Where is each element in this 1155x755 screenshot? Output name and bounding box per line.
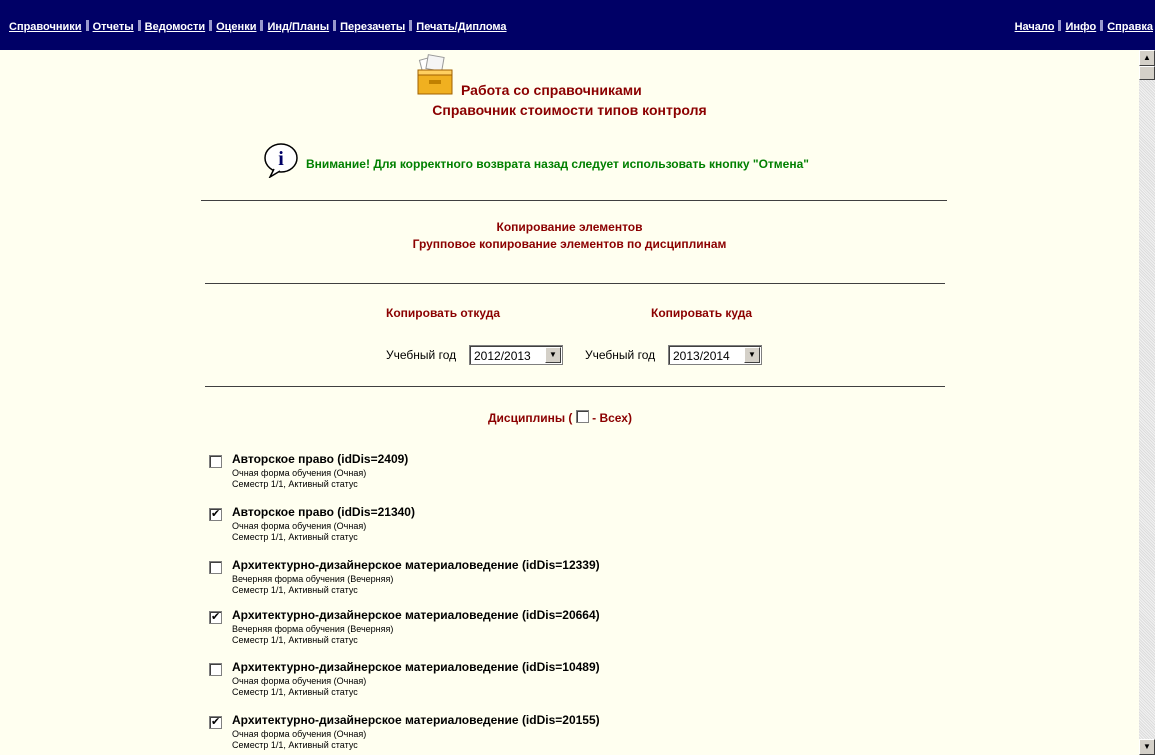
- list-item: Авторское право (idDis=21340) Очная форм…: [209, 505, 909, 550]
- discipline-checkbox[interactable]: [209, 663, 222, 676]
- discipline-form: Вечерняя форма обучения (Вечерняя): [232, 574, 394, 584]
- nav-left: Справочники Отчеты Ведомости Оценки Инд/План…: [9, 20, 507, 33]
- nav-separator: [260, 20, 264, 31]
- nav-separator: [409, 20, 413, 31]
- to-year-value: 2013/2014: [673, 349, 730, 363]
- nav-link-spravka[interactable]: Справка: [1107, 21, 1153, 33]
- select-all-checkbox[interactable]: [575, 410, 589, 423]
- to-year-label: Учебный год: [585, 348, 656, 362]
- discipline-checkbox[interactable]: [209, 507, 222, 521]
- nav-separator: [1100, 20, 1104, 31]
- warning-text: Внимание! Для корректного возврата назад…: [306, 157, 809, 171]
- discipline-form: Вечерняя форма обучения (Вечерняя): [232, 624, 394, 634]
- from-year-value: 2012/2013: [474, 349, 531, 363]
- discipline-status: Семестр 1/1, Активный статус: [232, 740, 358, 750]
- discipline-form: Очная форма обучения (Очная): [232, 468, 367, 478]
- list-item: Архитектурно-дизайнерское материаловеден…: [209, 558, 909, 603]
- nav-link-perezachety[interactable]: Перезачеты: [340, 21, 405, 33]
- discipline-form: Очная форма обучения (Очная): [232, 676, 367, 686]
- top-nav-bar: Справочники Отчеты Ведомости Оценки Инд/План…: [0, 0, 1155, 50]
- nav-link-otchety[interactable]: Отчеты: [93, 21, 134, 33]
- svg-text:i: i: [278, 148, 284, 170]
- from-year-label: Учебный год: [386, 348, 457, 362]
- section-subtitle: Групповое копирование элементов по дисци…: [412, 237, 727, 251]
- discipline-name: Архитектурно-дизайнерское материаловеден…: [232, 558, 600, 572]
- section-title: Копирование элементов: [496, 220, 643, 234]
- page-subtitle: Справочник стоимости типов контроля: [432, 102, 707, 118]
- discipline-status: Семестр 1/1, Активный статус: [232, 585, 358, 595]
- nav-link-otsenki[interactable]: Оценки: [216, 21, 256, 33]
- nav-separator: [209, 20, 213, 31]
- nav-link-info[interactable]: Инфо: [1065, 21, 1096, 33]
- info-icon: i: [264, 143, 298, 178]
- main-content: Работа со справочниками Справочник стоим…: [0, 50, 1139, 755]
- discipline-name: Архитектурно-дизайнерское материаловеден…: [232, 608, 600, 622]
- page-title: Работа со справочниками: [461, 82, 642, 98]
- discipline-status: Семестр 1/1, Активный статус: [232, 687, 358, 697]
- discipline-checkbox[interactable]: [209, 455, 222, 468]
- discipline-status: Семестр 1/1, Активный статус: [232, 479, 358, 489]
- discipline-form: Очная форма обучения (Очная): [232, 729, 367, 739]
- copy-to-label: Копировать куда: [651, 306, 753, 320]
- nav-separator: [333, 20, 337, 31]
- scroll-up-button[interactable]: ▲: [1139, 50, 1155, 66]
- discipline-status: Семестр 1/1, Активный статус: [232, 635, 358, 645]
- list-item: Авторское право (idDis=2409) Очная форма…: [209, 452, 909, 497]
- chevron-down-icon[interactable]: ▼: [744, 347, 760, 363]
- nav-link-nachalo[interactable]: Начало: [1015, 21, 1055, 33]
- nav-link-ind-plany[interactable]: Инд/Планы: [267, 21, 329, 33]
- discipline-checkbox[interactable]: [209, 715, 222, 729]
- from-year-select[interactable]: 2012/2013 ▼: [469, 345, 563, 365]
- nav-separator: [1058, 20, 1062, 31]
- nav-link-vedomosti[interactable]: Ведомости: [145, 21, 205, 33]
- list-item: Архитектурно-дизайнерское материаловеден…: [209, 660, 909, 705]
- discipline-name: Авторское право (idDis=21340): [232, 505, 415, 519]
- disciplines-title-prefix: Дисциплины (: [488, 411, 573, 425]
- nav-link-spravochniki[interactable]: Справочники: [9, 21, 82, 33]
- discipline-name: Авторское право (idDis=2409): [232, 452, 409, 466]
- list-item: Архитектурно-дизайнерское материаловеден…: [209, 713, 909, 755]
- nav-separator: [85, 20, 89, 31]
- discipline-status: Семестр 1/1, Активный статус: [232, 532, 358, 542]
- copy-from-label: Копировать откуда: [386, 306, 500, 320]
- nav-separator: [137, 20, 141, 31]
- cabinet-icon: [417, 54, 453, 95]
- nav-right: Начало Инфо Справка: [1015, 20, 1153, 33]
- divider: [205, 386, 945, 387]
- vertical-scrollbar[interactable]: ▲ ▼: [1139, 50, 1155, 755]
- scroll-down-button[interactable]: ▼: [1139, 739, 1155, 755]
- nav-link-pechat-diploma[interactable]: Печать/Диплома: [416, 21, 506, 33]
- disciplines-title: Дисциплины ( - Всех): [488, 410, 632, 425]
- divider: [205, 283, 945, 284]
- to-year-select[interactable]: 2013/2014 ▼: [668, 345, 762, 365]
- scroll-thumb[interactable]: [1139, 66, 1155, 80]
- disciplines-title-suffix: - Всех): [592, 411, 632, 425]
- discipline-form: Очная форма обучения (Очная): [232, 521, 367, 531]
- discipline-checkbox[interactable]: [209, 561, 222, 574]
- discipline-checkbox[interactable]: [209, 610, 222, 624]
- discipline-name: Архитектурно-дизайнерское материаловеден…: [232, 660, 600, 674]
- list-item: Архитектурно-дизайнерское материаловеден…: [209, 608, 909, 653]
- discipline-name: Архитектурно-дизайнерское материаловеден…: [232, 713, 600, 727]
- chevron-down-icon[interactable]: ▼: [545, 347, 561, 363]
- divider: [201, 200, 947, 201]
